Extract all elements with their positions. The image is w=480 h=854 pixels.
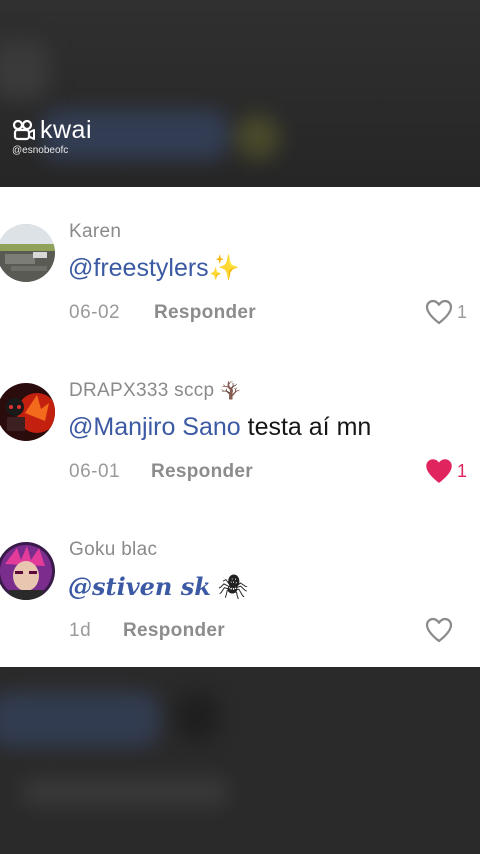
comment-date: 06-01 (69, 461, 121, 482)
blurred-background-shape (20, 777, 230, 807)
reply-button[interactable]: Responder (123, 620, 225, 642)
comment-date: 06-02 (69, 302, 121, 323)
user-mention-link[interactable]: @freestylers (68, 254, 209, 282)
user-mention-link[interactable]: @stiven sk (68, 572, 211, 601)
creator-handle: @esnobeofc (12, 145, 69, 156)
avatar[interactable] (0, 224, 55, 282)
avatar-image (0, 542, 55, 600)
like-heart-icon[interactable] (425, 617, 453, 643)
avatar-image (0, 224, 55, 282)
comment-item: Goku blac @stiven sk 🕷 1d Responder (0, 505, 480, 645)
comments-panel: Karen @freestylers✨ 06-02 Responder 1 DR… (0, 187, 480, 667)
comment-text: @stiven sk 🕷 (68, 572, 248, 602)
comment-username[interactable]: Karen (69, 221, 121, 243)
blurred-background-shape (175, 692, 220, 742)
video-top-area: kwai @esnobeofc (0, 0, 480, 187)
comment-body: testa aí mn (240, 413, 372, 441)
spider-icon: 🕷 (217, 574, 249, 601)
bare-tree-icon: 🪾 (220, 381, 242, 400)
comment-text: @Manjiro Sano testa aí mn (68, 413, 371, 442)
comment-text: @freestylers✨ (68, 254, 240, 283)
avatar-image (0, 383, 55, 441)
comment-username[interactable]: Goku blac (69, 539, 157, 561)
video-bottom-area (0, 667, 480, 854)
kwai-logo: kwai (12, 116, 93, 144)
blurred-background-shape (0, 40, 50, 100)
like-count: 1 (457, 302, 468, 322)
reply-button[interactable]: Responder (151, 461, 253, 483)
comment-item: Karen @freestylers✨ 06-02 Responder 1 (0, 187, 480, 327)
reply-button[interactable]: Responder (154, 302, 256, 324)
avatar[interactable] (0, 383, 55, 441)
user-mention-link[interactable]: @Manjiro Sano (68, 413, 241, 441)
comment-date: 1d (69, 620, 92, 641)
blurred-background-shape (0, 692, 160, 747)
kwai-logo-icon (12, 119, 35, 141)
avatar[interactable] (0, 542, 55, 600)
comment-username-text: DRAPX333 sccp (69, 380, 215, 401)
like-heart-icon[interactable] (425, 299, 453, 325)
kwai-wordmark: kwai (40, 116, 93, 144)
comment-item: DRAPX333 sccp 🪾 @Manjiro Sano testa aí m… (0, 346, 480, 486)
like-count: 1 (457, 461, 468, 481)
blurred-background-shape (235, 115, 280, 160)
liked-heart-icon[interactable] (425, 458, 453, 484)
sparkles-icon: ✨ (208, 254, 240, 282)
comment-username[interactable]: DRAPX333 sccp 🪾 (69, 380, 241, 402)
